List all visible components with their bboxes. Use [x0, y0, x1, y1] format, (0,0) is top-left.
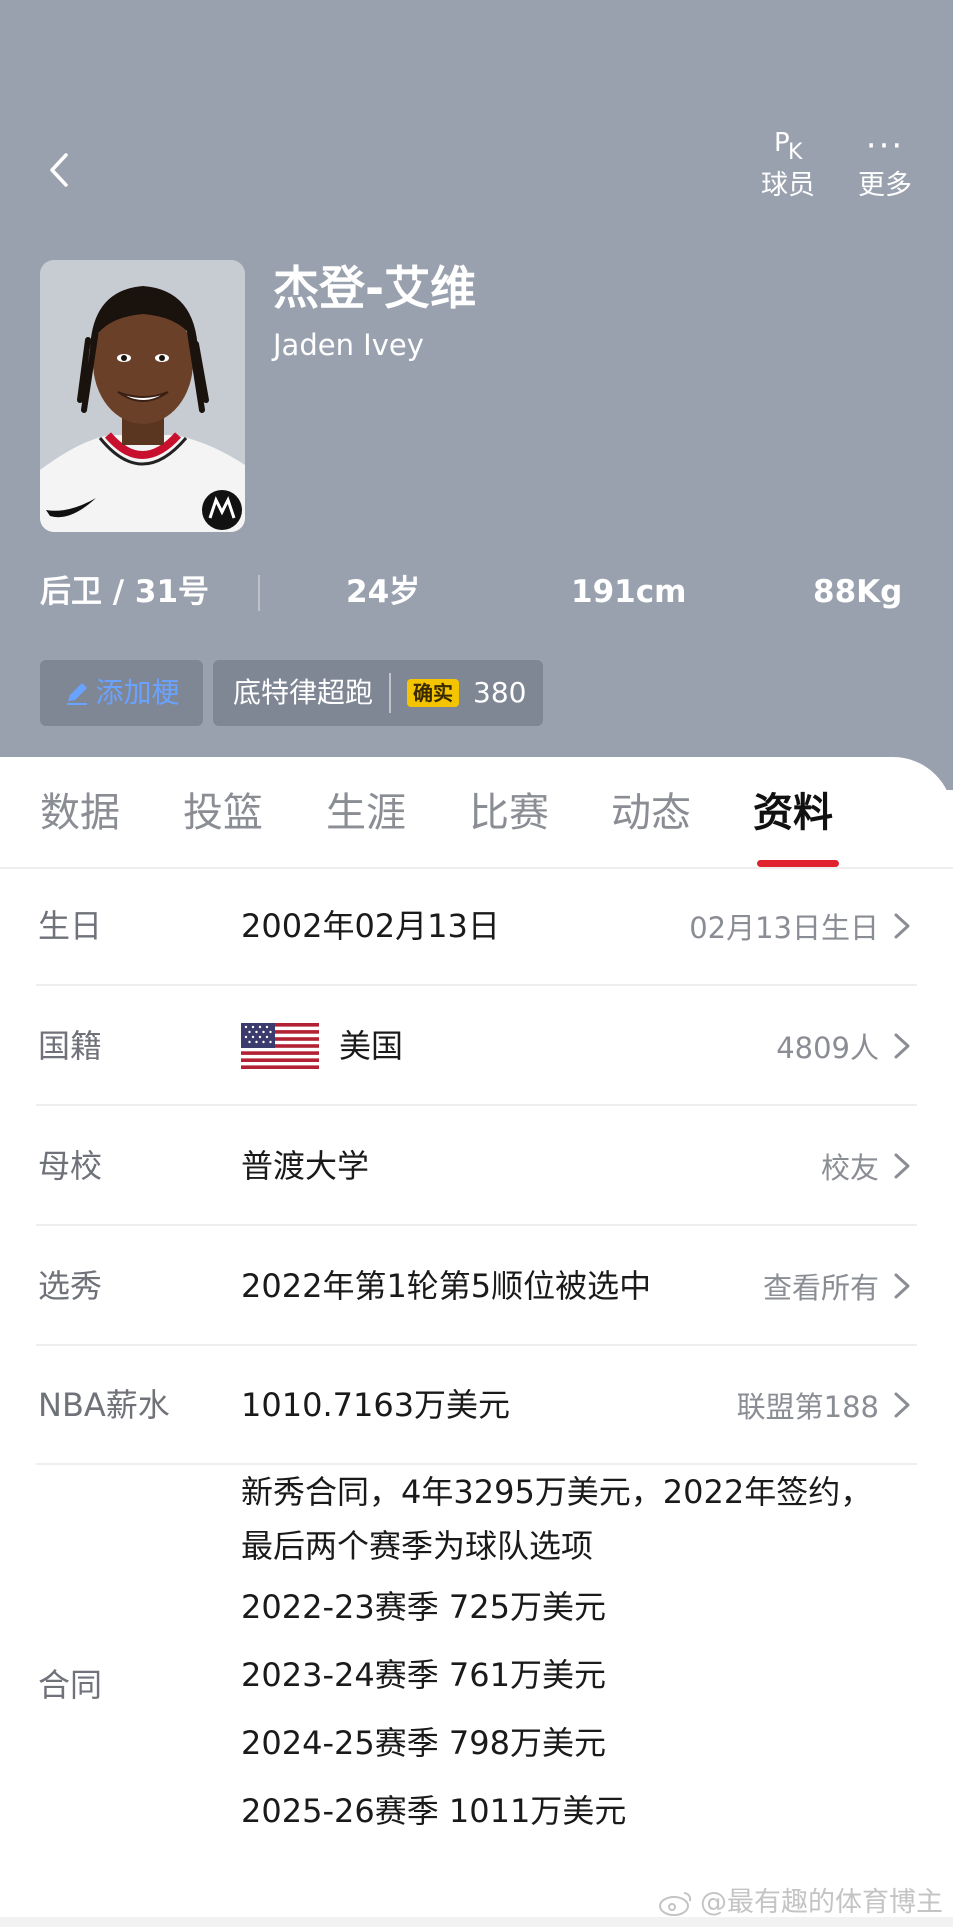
us-flag-icon	[241, 1023, 319, 1069]
tab-bar: 数据 投篮 生涯 比赛 动态 资料	[0, 757, 953, 867]
draft-value: 2022年第1轮第5顺位被选中	[241, 1267, 652, 1305]
tag-divider	[389, 673, 392, 713]
salary-value: 1010.7163万美元	[241, 1386, 511, 1424]
player-age: 24岁	[346, 574, 421, 610]
add-nickname-label: 添加梗	[95, 676, 180, 709]
pencil-icon	[67, 683, 88, 705]
contract-summary-line: 最后两个赛季为球队选项	[241, 1527, 594, 1565]
player-name-chinese: 杰登-艾维	[273, 261, 477, 315]
nationality-link-text: 4809人	[776, 1031, 879, 1065]
row-salary: NBA薪水 1010.7163万美元 联盟第188	[0, 1345, 953, 1465]
contract-season: 2022-23赛季 725万美元	[241, 1588, 606, 1626]
player-header: PK 球员 ··· 更多 杰登-艾维 Jaden Ivey 后卫 / 31号 2…	[0, 0, 953, 790]
weibo-icon	[659, 1892, 692, 1916]
watermark: @最有趣的体育博主	[658, 1885, 943, 1921]
chevron-right-icon	[894, 1153, 910, 1179]
more-button[interactable]: ··· 更多	[845, 128, 925, 204]
stats-divider	[258, 575, 260, 611]
tab-stats[interactable]: 数据	[40, 785, 120, 841]
draft-link[interactable]: 查看所有	[763, 1226, 913, 1346]
college-link[interactable]: 校友	[821, 1106, 913, 1226]
tab-shooting[interactable]: 投篮	[183, 785, 263, 841]
back-button[interactable]	[40, 145, 80, 195]
salary-link-text: 联盟第188	[736, 1390, 879, 1424]
more-label: 更多	[858, 170, 912, 201]
player-name-english: Jaden Ivey	[273, 328, 424, 362]
player-avatar	[40, 260, 245, 532]
pk-icon: PK	[774, 128, 803, 165]
college-label: 母校	[38, 1147, 103, 1185]
position-number: 后卫 / 31号	[40, 574, 210, 610]
row-nationality: 国籍 美国 4809人	[0, 986, 953, 1106]
chevron-left-icon	[50, 153, 68, 187]
birthday-label: 生日	[38, 907, 103, 945]
nationality-value: 美国	[339, 1027, 404, 1065]
salary-link[interactable]: 联盟第188	[737, 1345, 913, 1465]
row-birthday: 生日 2002年02月13日 02月13日生日	[0, 866, 953, 986]
birthday-link[interactable]: 02月13日生日	[689, 866, 913, 986]
bottom-bar	[0, 1917, 953, 1927]
tab-career[interactable]: 生涯	[326, 785, 406, 841]
nickname-tag[interactable]: 底特律超跑 确实 380	[213, 660, 543, 726]
nickname-tag-text: 底特律超跑	[233, 676, 374, 709]
player-weight: 88Kg	[813, 574, 903, 610]
more-dots-icon: ···	[865, 126, 905, 166]
college-value: 普渡大学	[241, 1147, 370, 1185]
chevron-right-icon	[894, 1033, 910, 1059]
row-college: 母校 普渡大学 校友	[0, 1106, 953, 1226]
birthday-value: 2002年02月13日	[241, 907, 500, 945]
contract-label: 合同	[38, 1666, 103, 1704]
confirm-badge: 确实	[407, 679, 460, 707]
nationality-link[interactable]: 4809人	[776, 986, 913, 1106]
chevron-right-icon	[894, 913, 910, 939]
birthday-link-text: 02月13日生日	[689, 911, 879, 945]
tab-news[interactable]: 动态	[611, 785, 691, 841]
chevron-right-icon	[894, 1392, 910, 1418]
nationality-value-group: 美国	[241, 986, 403, 1106]
pk-player-button[interactable]: PK 球员	[748, 128, 828, 204]
pk-label: 球员	[761, 170, 815, 201]
college-link-text: 校友	[820, 1151, 879, 1185]
contract-summary-line: 新秀合同，4年3295万美元，2022年签约，	[241, 1473, 873, 1511]
watermark-text: @最有趣的体育博主	[700, 1887, 943, 1918]
draft-link-text: 查看所有	[762, 1271, 879, 1305]
chevron-right-icon	[894, 1273, 910, 1299]
row-draft: 选秀 2022年第1轮第5顺位被选中 查看所有	[0, 1226, 953, 1346]
tab-games[interactable]: 比赛	[469, 785, 549, 841]
draft-label: 选秀	[38, 1267, 103, 1305]
contract-season: 2025-26赛季 1011万美元	[241, 1792, 627, 1830]
contract-season: 2023-24赛季 761万美元	[241, 1656, 606, 1694]
player-stats-bar: 后卫 / 31号 24岁 191cm 88Kg	[0, 565, 953, 619]
salary-label: NBA薪水	[38, 1386, 170, 1424]
contract-season: 2024-25赛季 798万美元	[241, 1724, 606, 1762]
add-nickname-button[interactable]: 添加梗	[40, 660, 203, 726]
confirm-count: 380	[473, 676, 527, 709]
nationality-label: 国籍	[38, 1027, 103, 1065]
contract-section: 合同 新秀合同，4年3295万美元，2022年签约， 最后两个赛季为球队选项 2…	[0, 1465, 953, 1885]
contract-details: 新秀合同，4年3295万美元，2022年签约， 最后两个赛季为球队选项 2022…	[241, 1465, 921, 1845]
tab-profile[interactable]: 资料	[753, 785, 833, 841]
player-height: 191cm	[571, 574, 687, 610]
